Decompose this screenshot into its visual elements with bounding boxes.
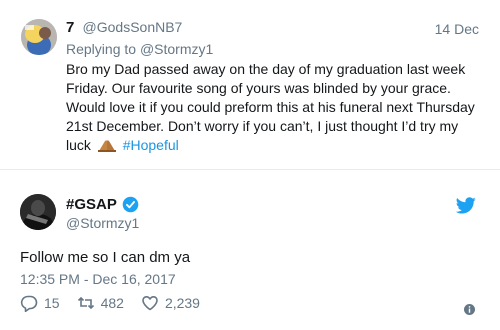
reply-text: Bro my Dad passed away on the day of my … [66,60,486,155]
reply-header: 7 @GodsSonNB7 [66,19,182,36]
retweet-count: 482 [100,295,124,311]
main-avatar[interactable] [20,194,56,230]
like-count: 2,239 [164,295,200,311]
info-icon[interactable] [464,302,475,315]
hashtag-link[interactable]: #Hopeful [123,137,179,153]
replying-to-prefix: Replying to [66,41,137,57]
like-button[interactable]: 2,239 [141,294,200,312]
reply-button[interactable]: 15 [20,294,60,312]
reply-author-name[interactable]: 7 [66,19,74,36]
main-tweet-text: Follow me so I can dm ya [20,249,191,266]
reply-count: 15 [44,295,60,311]
replying-to-handle[interactable]: @Stormzy1 [140,41,213,57]
reply-icon [20,295,38,312]
main-tweet: #GSAP @Stormzy1 Follow me so I can dm ya… [0,170,500,330]
main-author-name[interactable]: #GSAP [66,196,117,213]
reply-author-handle[interactable]: @GodsSonNB7 [83,19,183,35]
tweet-actions: 15 482 2,239 [20,294,217,312]
reply-date[interactable]: 14 Dec [435,21,479,37]
main-author-handle[interactable]: @Stormzy1 [66,215,139,231]
verified-badge-icon [122,196,139,213]
retweet-icon [77,296,94,310]
twitter-bird-icon[interactable] [455,197,476,214]
replying-to: Replying to @Stormzy1 [66,41,213,57]
heart-icon [142,296,158,311]
reply-tweet[interactable]: 7 @GodsSonNB7 14 Dec Replying to @Stormz… [0,0,500,170]
reply-avatar[interactable] [21,19,57,55]
main-tweet-timestamp[interactable]: 12:35 PM - Dec 16, 2017 [20,271,176,287]
folded-hands-icon [97,138,117,152]
retweet-button[interactable]: 482 [77,294,124,312]
main-author-name-row: #GSAP [66,196,139,213]
